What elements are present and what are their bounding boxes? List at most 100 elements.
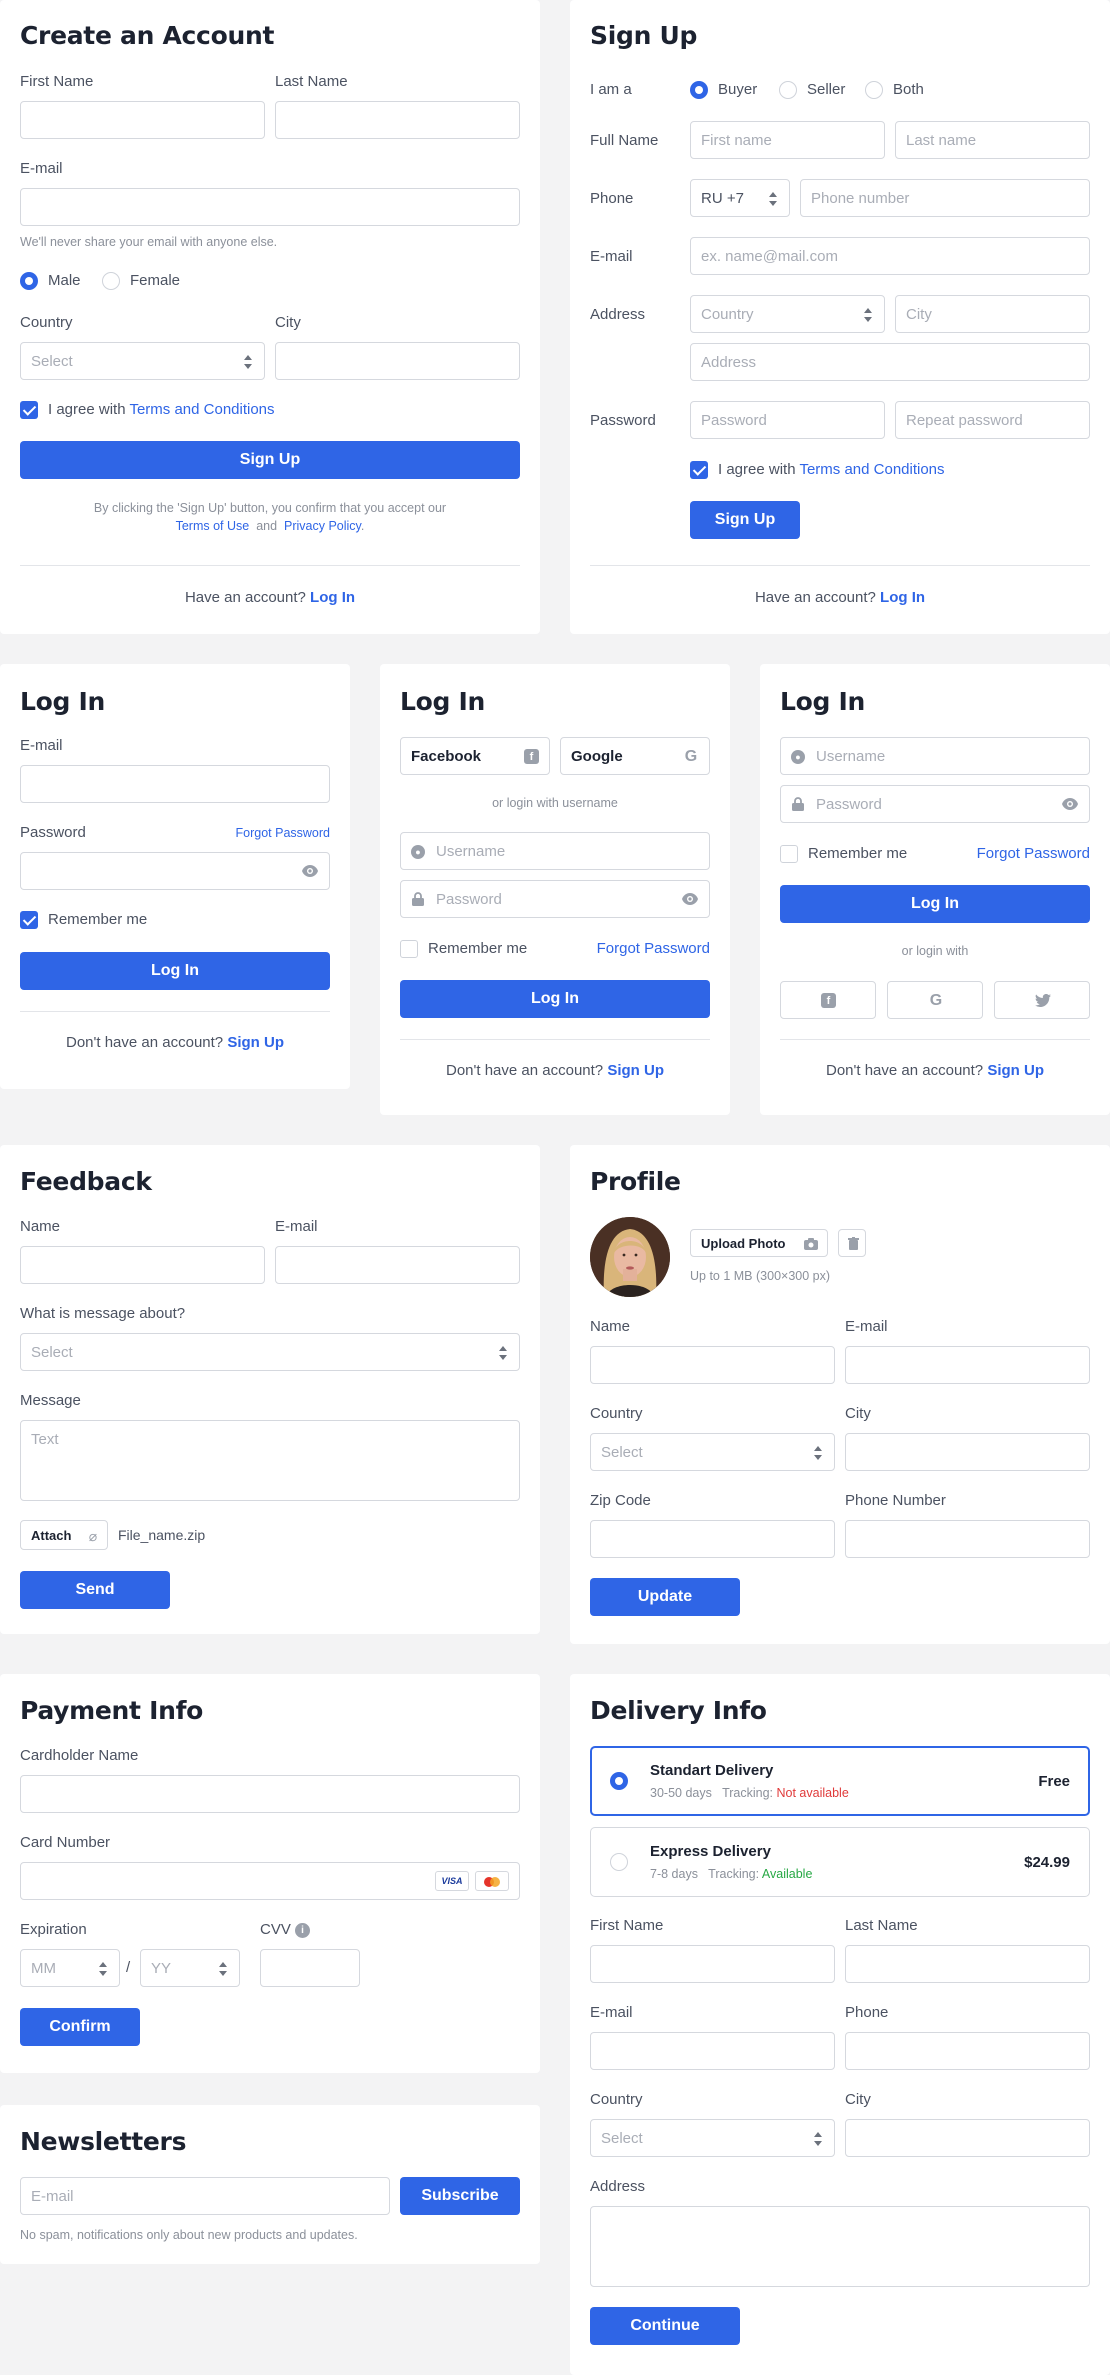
country-label: Country (590, 2091, 643, 2108)
address-textarea[interactable] (590, 2206, 1090, 2287)
phone-number-input[interactable] (845, 1520, 1090, 1558)
country-select[interactable]: Select (590, 1433, 835, 1471)
info-icon[interactable]: i (295, 1923, 310, 1938)
cvv-input[interactable] (260, 1949, 360, 1987)
cardholder-input[interactable] (20, 1775, 520, 1813)
update-button[interactable]: Update (590, 1578, 740, 1616)
sign-up-link[interactable]: Sign Up (607, 1062, 664, 1079)
login-button[interactable]: Log In (20, 952, 330, 990)
phone-input[interactable] (845, 2032, 1090, 2070)
message-textarea[interactable]: Text (20, 1420, 520, 1501)
remember-me-checkbox[interactable] (20, 911, 38, 929)
country-select[interactable]: Select (590, 2119, 835, 2157)
email-input[interactable] (20, 188, 520, 226)
facebook-login-button[interactable]: Facebook f (400, 737, 550, 775)
expiration-year-select[interactable]: YY (140, 1949, 240, 1987)
last-name-input[interactable] (275, 101, 520, 139)
google-login-button[interactable]: G (887, 981, 983, 1019)
login-link[interactable]: Log In (880, 589, 925, 606)
phone-input[interactable]: Phone number (800, 179, 1090, 217)
eye-icon[interactable] (680, 890, 700, 908)
zip-code-input[interactable] (590, 1520, 835, 1558)
privacy-policy-link[interactable]: Privacy Policy (284, 519, 361, 533)
twitter-login-button[interactable] (994, 981, 1090, 1019)
gender-female-radio[interactable] (102, 272, 120, 290)
first-name-input[interactable] (590, 1945, 835, 1983)
gender-male-radio[interactable] (20, 272, 38, 290)
delivery-option-radio[interactable] (610, 1853, 628, 1871)
buyer-radio[interactable] (690, 81, 708, 99)
terms-link[interactable]: Terms and Conditions (129, 401, 274, 418)
first-name-input[interactable] (20, 101, 265, 139)
upload-photo-button[interactable]: Upload Photo (690, 1229, 828, 1257)
sign-up-button[interactable]: Sign Up (20, 441, 520, 479)
email-input[interactable]: ex. name@mail.com (690, 237, 1090, 275)
remember-me-checkbox[interactable] (780, 845, 798, 863)
expiration-month-select[interactable]: MM (20, 1949, 120, 1987)
repeat-password-input[interactable]: Repeat password (895, 401, 1090, 439)
password-input[interactable]: Password (400, 880, 710, 918)
newsletter-email-input[interactable]: E-mail (20, 2177, 390, 2215)
last-name-input[interactable]: Last name (895, 121, 1090, 159)
expiration-separator: / (126, 1959, 131, 1976)
login-button[interactable]: Log In (400, 980, 710, 1018)
continue-button[interactable]: Continue (590, 2307, 740, 2345)
divider (780, 1039, 1090, 1040)
email-input[interactable] (275, 1246, 520, 1284)
eye-icon[interactable] (1060, 795, 1080, 813)
attach-button[interactable]: Attach ⌀ (20, 1520, 108, 1550)
name-input[interactable] (590, 1346, 835, 1384)
subject-select[interactable]: Select (20, 1333, 520, 1371)
legal-text: By clicking the 'Sign Up' button, you co… (93, 501, 447, 515)
email-input[interactable] (590, 2032, 835, 2070)
google-login-button[interactable]: Google G (560, 737, 710, 775)
username-input[interactable]: Username (400, 832, 710, 870)
forgot-password-link[interactable]: Forgot Password (236, 826, 330, 840)
password-input[interactable]: Password (780, 785, 1090, 823)
send-button[interactable]: Send (20, 1571, 170, 1609)
city-input[interactable] (275, 342, 520, 380)
address-input[interactable]: Address (690, 343, 1090, 381)
phone-code-select[interactable]: RU +7 (690, 179, 790, 217)
confirm-button[interactable]: Confirm (20, 2008, 140, 2046)
seller-radio[interactable] (779, 81, 797, 99)
terms-link[interactable]: Terms and Conditions (799, 461, 944, 478)
delivery-option-radio[interactable] (610, 1772, 628, 1790)
lock-icon (792, 797, 804, 811)
remember-me-checkbox[interactable] (400, 940, 418, 958)
city-input[interactable]: City (895, 295, 1090, 333)
facebook-login-button[interactable]: f (780, 981, 876, 1019)
sign-up-link[interactable]: Sign Up (227, 1034, 284, 1051)
sign-up-card: Sign Up I am a Buyer Seller Both Full Na… (570, 0, 1110, 634)
terms-of-use-link[interactable]: Terms of Use (176, 519, 250, 533)
last-name-input[interactable] (845, 1945, 1090, 1983)
sign-up-button[interactable]: Sign Up (690, 501, 800, 539)
delete-photo-button[interactable] (838, 1229, 866, 1257)
delivery-option-price: Free (1038, 1773, 1070, 1790)
subscribe-button[interactable]: Subscribe (400, 2177, 520, 2215)
upload-hint: Up to 1 MB (300×300 px) (690, 1269, 831, 1283)
city-input[interactable] (845, 2119, 1090, 2157)
forgot-password-link[interactable]: Forgot Password (977, 845, 1090, 862)
password-input[interactable] (20, 852, 330, 890)
country-select[interactable]: Select (20, 342, 265, 380)
sign-up-link[interactable]: Sign Up (987, 1062, 1044, 1079)
login-link[interactable]: Log In (310, 589, 355, 606)
first-name-input[interactable]: First name (690, 121, 885, 159)
forgot-password-link[interactable]: Forgot Password (597, 940, 710, 957)
email-input[interactable] (845, 1346, 1090, 1384)
name-input[interactable] (20, 1246, 265, 1284)
agree-checkbox[interactable] (690, 461, 708, 479)
country-select[interactable]: Country (690, 295, 885, 333)
login-button[interactable]: Log In (780, 885, 1090, 923)
agree-checkbox[interactable] (20, 401, 38, 419)
email-input[interactable] (20, 765, 330, 803)
delivery-option-standard[interactable]: Standart Delivery 30-50 days Tracking: N… (590, 1746, 1090, 1816)
first-name-label: First Name (20, 73, 94, 90)
city-input[interactable] (845, 1433, 1090, 1471)
eye-icon[interactable] (300, 862, 320, 880)
password-input[interactable]: Password (690, 401, 885, 439)
both-radio[interactable] (865, 81, 883, 99)
username-input[interactable]: Username (780, 737, 1090, 775)
delivery-option-express[interactable]: Express Delivery 7-8 days Tracking: Avai… (590, 1827, 1090, 1897)
